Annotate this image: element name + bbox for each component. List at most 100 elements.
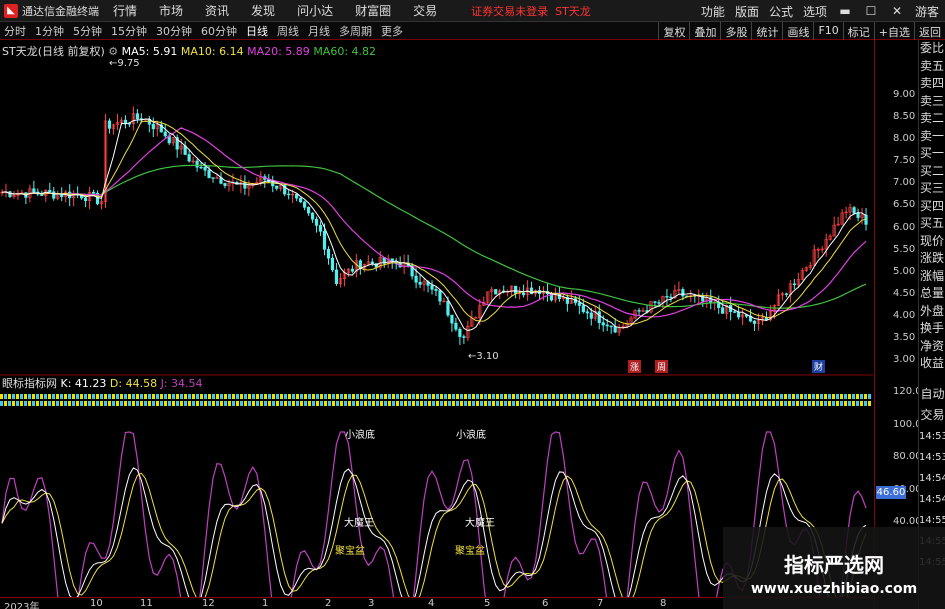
band-cell	[356, 394, 359, 399]
legend-gear-icon[interactable]: ⚙	[108, 45, 118, 58]
side-item-6[interactable]: 买一	[919, 145, 945, 163]
band-cell	[332, 401, 335, 406]
band-cell	[136, 394, 139, 399]
band-cell	[504, 401, 507, 406]
tab-1min[interactable]: 1分钟	[35, 23, 64, 39]
band-cell	[684, 394, 687, 399]
login-warning[interactable]: 证券交易未登录 ST天龙	[471, 3, 591, 19]
menu-faxian[interactable]: 发现	[251, 2, 275, 19]
tool-f10[interactable]: F10	[813, 22, 842, 40]
band-cell	[772, 401, 775, 406]
band-cell	[36, 394, 39, 399]
side-item-14[interactable]: 总量	[919, 285, 945, 303]
side-item-18[interactable]: 收益	[919, 355, 945, 373]
band-cell	[300, 401, 303, 406]
tab-60min[interactable]: 60分钟	[201, 23, 237, 39]
side-item-4[interactable]: 卖二	[919, 110, 945, 128]
band-cell	[404, 401, 407, 406]
band-cell	[404, 394, 407, 399]
badge-zhou[interactable]: 周	[655, 360, 669, 373]
tool-biaoji[interactable]: 标记	[842, 22, 874, 40]
tab-5min[interactable]: 5分钟	[73, 23, 102, 39]
side-item-13[interactable]: 涨幅	[919, 268, 945, 286]
band-cell	[676, 401, 679, 406]
minimize-icon[interactable]: ▬	[837, 4, 853, 18]
tab-monthly[interactable]: 月线	[308, 23, 330, 39]
candle-body	[40, 193, 44, 196]
side-item-9[interactable]: 买四	[919, 198, 945, 216]
band-cell	[4, 394, 7, 399]
side-item-3[interactable]: 卖三	[919, 93, 945, 111]
tool-fanhui[interactable]: 返回	[914, 22, 945, 40]
side-bottom-item-0[interactable]: 自动	[919, 384, 945, 405]
band-cell	[140, 394, 143, 399]
tool-duogu[interactable]: 多股	[720, 22, 751, 40]
band-cell	[128, 401, 131, 406]
side-bottom-item-1[interactable]: 交易	[919, 405, 945, 426]
menu-zixun[interactable]: 资讯	[205, 2, 229, 19]
band-cell	[224, 401, 227, 406]
tool-diejia[interactable]: 叠加	[689, 22, 720, 40]
menu-caifuquan[interactable]: 财富圈	[355, 2, 391, 19]
band-cell	[300, 394, 303, 399]
tool-fuquan[interactable]: 复权	[658, 22, 689, 40]
tool-zixuan[interactable]: +自选	[873, 22, 914, 40]
band-cell	[760, 394, 763, 399]
menu-xuanxiang[interactable]: 选项	[803, 3, 827, 20]
band-cell	[536, 401, 539, 406]
menu-gongshi[interactable]: 公式	[769, 3, 793, 20]
band-cell	[180, 394, 183, 399]
band-cell	[44, 394, 47, 399]
candle-body	[151, 123, 155, 130]
menu-wenxiaoda[interactable]: 问小达	[297, 2, 333, 19]
tab-fenshi[interactable]: 分时	[4, 23, 26, 39]
ma60-line	[1, 164, 867, 309]
chart-canvas[interactable]: 小浪底 小浪底大魔王 大魔王聚宝盆 聚宝盆	[0, 40, 873, 597]
band-cell	[588, 394, 591, 399]
candlestick-series	[0, 106, 868, 345]
menu-gongneng[interactable]: 功能	[701, 3, 725, 20]
menu-jiaoyi[interactable]: 交易	[413, 2, 437, 19]
side-item-8[interactable]: 买三	[919, 180, 945, 198]
band-cell	[808, 394, 811, 399]
badge-cai[interactable]: 财	[812, 360, 826, 373]
band-cell	[280, 401, 283, 406]
side-item-1[interactable]: 卖五	[919, 58, 945, 76]
menu-hangqing[interactable]: 行情	[113, 2, 137, 19]
side-item-15[interactable]: 外盘	[919, 303, 945, 321]
side-item-16[interactable]: 换手	[919, 320, 945, 338]
candle-body	[84, 197, 88, 201]
tab-more[interactable]: 更多	[381, 23, 403, 39]
menu-shichang[interactable]: 市场	[159, 2, 183, 19]
band-cell	[784, 394, 787, 399]
ma20-line	[1, 127, 867, 318]
tab-daily[interactable]: 日线	[246, 23, 268, 39]
tab-weekly[interactable]: 周线	[277, 23, 299, 39]
tool-tongji[interactable]: 统计	[751, 22, 782, 40]
band-cell	[424, 394, 427, 399]
band-cell	[528, 401, 531, 406]
band-cell	[208, 394, 211, 399]
candle-body	[856, 212, 860, 218]
band-cell	[40, 401, 43, 406]
tab-30min[interactable]: 30分钟	[156, 23, 192, 39]
menu-banmian[interactable]: 版面	[735, 3, 759, 20]
badge-zhang[interactable]: 涨	[628, 360, 642, 373]
side-item-5[interactable]: 卖一	[919, 128, 945, 146]
side-item-7[interactable]: 买二	[919, 163, 945, 181]
user-guest[interactable]: 游客	[915, 3, 939, 20]
tool-huaxian[interactable]: 画线	[782, 22, 813, 40]
band-cell	[304, 394, 307, 399]
tab-15min[interactable]: 15分钟	[111, 23, 147, 39]
side-item-10[interactable]: 买五	[919, 215, 945, 233]
side-item-0[interactable]: 委比	[919, 40, 945, 58]
side-item-11[interactable]: 现价	[919, 233, 945, 251]
x-tick-8: 5	[484, 598, 491, 609]
band-cell	[220, 394, 223, 399]
maximize-icon[interactable]: ☐	[863, 4, 879, 18]
side-item-2[interactable]: 卖四	[919, 75, 945, 93]
side-item-12[interactable]: 涨跌	[919, 250, 945, 268]
close-icon[interactable]: ✕	[889, 4, 905, 18]
tab-multi-period[interactable]: 多周期	[339, 23, 372, 39]
side-item-17[interactable]: 净资	[919, 338, 945, 356]
